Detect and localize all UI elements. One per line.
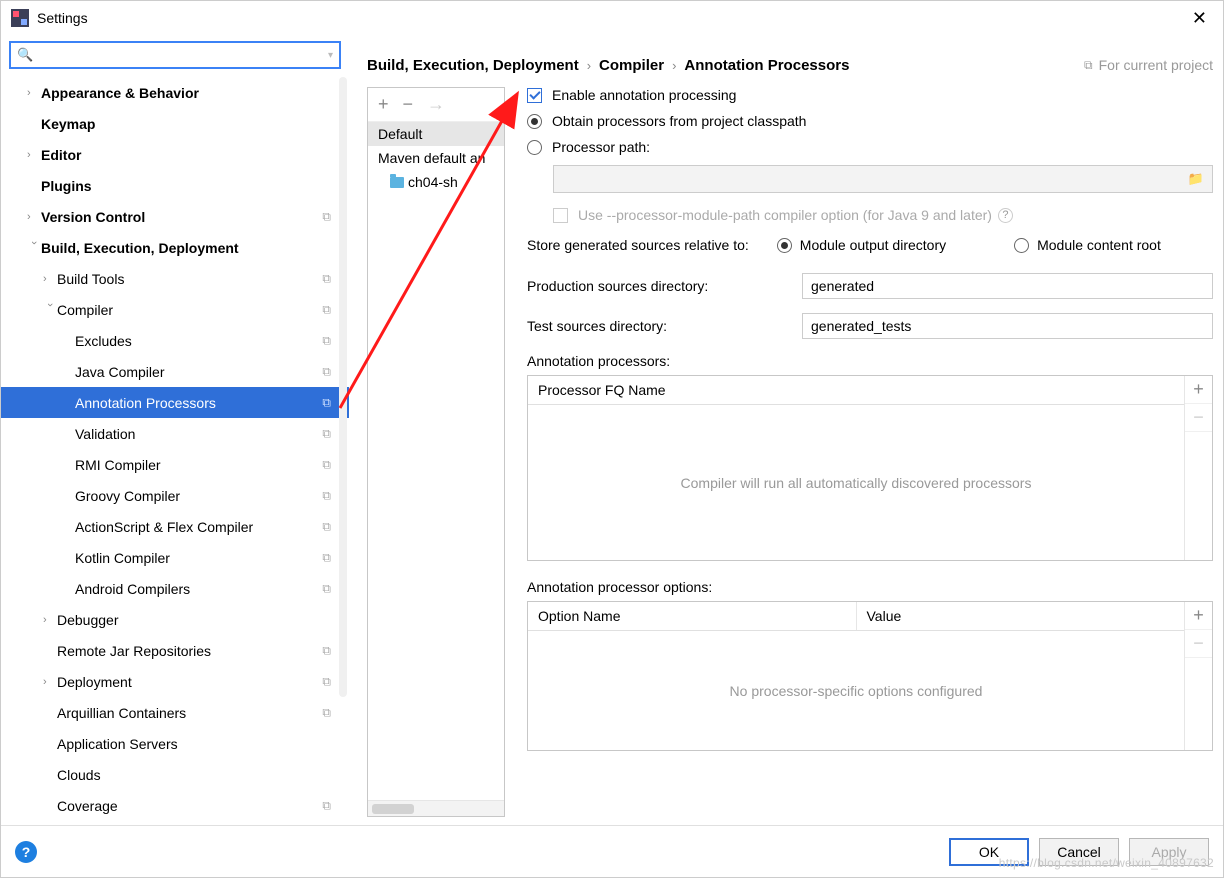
obtain-classpath-label: Obtain processors from project classpath xyxy=(552,113,806,129)
nav-excludes[interactable]: Excludes⧉ xyxy=(1,325,349,356)
overlay-icon: ⧉ xyxy=(322,643,331,658)
module-content-label: Module content root xyxy=(1037,237,1161,253)
add-profile-button[interactable]: + xyxy=(378,94,389,115)
processor-path-radio[interactable] xyxy=(527,140,542,155)
app-icon xyxy=(11,9,29,27)
test-dir-input[interactable] xyxy=(802,313,1213,339)
overlay-icon: ⧉ xyxy=(322,364,331,379)
nav-appearance[interactable]: ›Appearance & Behavior xyxy=(1,77,349,108)
move-profile-button: → xyxy=(427,94,445,115)
store-label: Store generated sources relative to: xyxy=(527,237,749,253)
profile-panel: + − → Default Maven default an ch04-sh xyxy=(367,87,505,817)
processors-empty-text: Compiler will run all automatically disc… xyxy=(528,405,1184,560)
for-current-project: ⧉ For current project xyxy=(1084,57,1213,73)
nav-coverage[interactable]: Coverage⧉ xyxy=(1,790,349,821)
nav-validation[interactable]: Validation⧉ xyxy=(1,418,349,449)
nav-android[interactable]: Android Compilers⧉ xyxy=(1,573,349,604)
overlay-icon: ⧉ xyxy=(322,798,331,813)
nav-remote-jar[interactable]: Remote Jar Repositories⧉ xyxy=(1,635,349,666)
overlay-icon: ⧉ xyxy=(322,488,331,503)
remove-option-button[interactable]: − xyxy=(1185,630,1212,658)
overlay-icon: ⧉ xyxy=(322,550,331,565)
remove-processor-button[interactable]: − xyxy=(1185,404,1212,432)
processors-table: Processor FQ Name Compiler will run all … xyxy=(527,375,1213,561)
watermark: https://blog.csdn.net/weixin_40897632 xyxy=(999,856,1214,870)
folder-icon xyxy=(390,177,404,188)
profile-maven[interactable]: Maven default an xyxy=(368,146,504,170)
breadcrumb-current: Annotation Processors xyxy=(684,57,849,74)
breadcrumb-bed[interactable]: Build, Execution, Deployment xyxy=(367,57,579,74)
profile-default[interactable]: Default xyxy=(368,122,504,146)
window-title: Settings xyxy=(37,10,88,26)
overlay-icon: ⧉ xyxy=(322,395,331,410)
prod-dir-input[interactable] xyxy=(802,273,1213,299)
nav-groovy[interactable]: Groovy Compiler⧉ xyxy=(1,480,349,511)
module-output-radio[interactable] xyxy=(777,238,792,253)
overlay-icon: ⧉ xyxy=(322,581,331,596)
search-input[interactable] xyxy=(37,48,328,63)
overlay-icon: ⧉ xyxy=(322,209,331,224)
overlay-icon: ⧉ xyxy=(322,271,331,286)
processor-options-label: Annotation processor options: xyxy=(527,579,1213,595)
chevron-right-icon: › xyxy=(672,58,676,73)
nav-kotlin[interactable]: Kotlin Compiler⧉ xyxy=(1,542,349,573)
search-input-wrap[interactable]: 🔍 ▾ xyxy=(9,41,341,69)
prod-dir-label: Production sources directory: xyxy=(527,278,802,294)
options-empty-text: No processor-specific options configured xyxy=(528,631,1184,750)
overlay-icon: ⧉ xyxy=(322,302,331,317)
nav-asflex[interactable]: ActionScript & Flex Compiler⧉ xyxy=(1,511,349,542)
nav-bed[interactable]: ›Build, Execution, Deployment xyxy=(1,232,349,263)
chevron-right-icon: › xyxy=(587,58,591,73)
overlay-icon: ⧉ xyxy=(322,457,331,472)
overlay-icon: ⧉ xyxy=(322,519,331,534)
nav-rmi[interactable]: RMI Compiler⧉ xyxy=(1,449,349,480)
remove-profile-button[interactable]: − xyxy=(403,94,414,115)
enable-annotation-checkbox[interactable] xyxy=(527,88,542,103)
close-icon[interactable]: ✕ xyxy=(1186,8,1213,29)
test-dir-label: Test sources directory: xyxy=(527,318,802,334)
option-name-header: Option Name xyxy=(528,602,857,630)
nav-keymap[interactable]: Keymap xyxy=(1,108,349,139)
nav-plugins[interactable]: Plugins xyxy=(1,170,349,201)
obtain-classpath-radio[interactable] xyxy=(527,114,542,129)
search-caret-icon: ▾ xyxy=(328,50,333,61)
overlay-icon: ⧉ xyxy=(322,674,331,689)
nav-build-tools[interactable]: ›Build Tools⧉ xyxy=(1,263,349,294)
option-value-header: Value xyxy=(857,602,1185,630)
nav-annotation-processors[interactable]: Annotation Processors⧉ xyxy=(1,387,349,418)
module-path-label: Use --processor-module-path compiler opt… xyxy=(578,207,992,223)
proc-fq-header: Processor FQ Name xyxy=(528,376,1184,404)
nav-editor[interactable]: ›Editor xyxy=(1,139,349,170)
nav-debugger[interactable]: ›Debugger xyxy=(1,604,349,635)
processor-path-input: 📁 xyxy=(553,165,1213,193)
options-table: Option Name Value No processor-specific … xyxy=(527,601,1213,751)
nav-java-compiler[interactable]: Java Compiler⧉ xyxy=(1,356,349,387)
overlay-icon: ⧉ xyxy=(322,426,331,441)
nav-vcs[interactable]: ›Version Control⧉ xyxy=(1,201,349,232)
help-button[interactable]: ? xyxy=(15,841,37,863)
processor-path-label: Processor path: xyxy=(552,139,650,155)
help-icon[interactable]: ? xyxy=(998,208,1013,223)
annotation-processors-label: Annotation processors: xyxy=(527,353,1213,369)
nav-clouds[interactable]: Clouds xyxy=(1,759,349,790)
module-output-label: Module output directory xyxy=(800,237,946,253)
overlay-icon: ⧉ xyxy=(322,705,331,720)
add-option-button[interactable]: + xyxy=(1185,602,1212,630)
enable-annotation-label: Enable annotation processing xyxy=(552,87,736,103)
search-icon: 🔍 xyxy=(17,47,33,63)
profile-hscrollbar[interactable] xyxy=(368,800,504,816)
overlay-icon: ⧉ xyxy=(1084,58,1093,73)
nav-compiler[interactable]: ›Compiler⧉ xyxy=(1,294,349,325)
sidebar-scrollbar[interactable] xyxy=(339,77,347,697)
module-content-radio[interactable] xyxy=(1014,238,1029,253)
breadcrumb-compiler[interactable]: Compiler xyxy=(599,57,664,74)
browse-folder-icon: 📁 xyxy=(1188,171,1204,187)
module-path-checkbox xyxy=(553,208,568,223)
profile-child[interactable]: ch04-sh xyxy=(368,170,504,194)
nav-deployment[interactable]: ›Deployment⧉ xyxy=(1,666,349,697)
overlay-icon: ⧉ xyxy=(322,333,331,348)
nav-appservers[interactable]: Application Servers xyxy=(1,728,349,759)
nav-arquillian[interactable]: Arquillian Containers⧉ xyxy=(1,697,349,728)
add-processor-button[interactable]: + xyxy=(1185,376,1212,404)
